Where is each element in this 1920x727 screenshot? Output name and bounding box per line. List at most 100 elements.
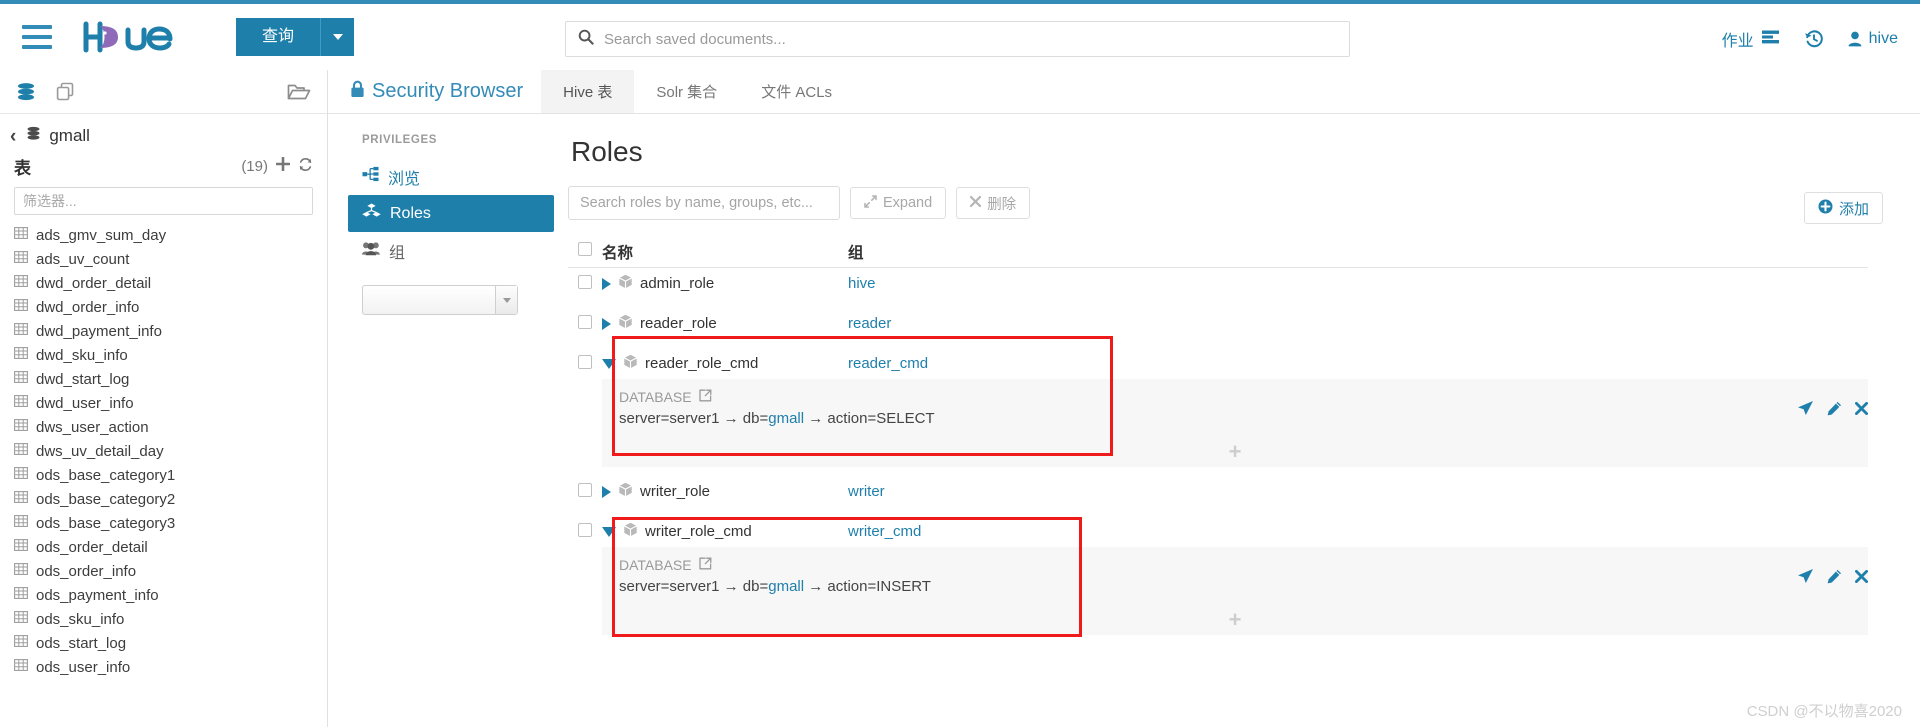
table-list-item[interactable]: dwd_sku_info [14,343,327,367]
table-list-item[interactable]: ods_sku_info [14,607,327,631]
hamburger-menu-icon[interactable] [22,25,52,49]
select-all-checkbox[interactable] [578,242,592,256]
table-name-label: ods_base_category1 [36,466,176,484]
group-icon [362,241,380,261]
privilege-db-link[interactable]: gmall [768,578,804,595]
delete-button[interactable]: 删除 [956,187,1031,219]
query-button[interactable]: 查询 [236,18,321,56]
table-list-item[interactable]: dwd_start_log [14,367,327,391]
table-list-item[interactable]: dwd_order_info [14,295,327,319]
query-dropdown-button[interactable] [320,18,355,56]
row-checkbox[interactable] [578,274,592,289]
role-group-link[interactable]: writer [848,483,1868,500]
row-checkbox[interactable] [578,354,592,369]
caret-right-icon[interactable] [602,277,611,290]
roles-table-header: 名称 组 [568,236,1868,268]
table-list-item[interactable]: ods_base_category2 [14,487,327,511]
table-name-label: ods_order_detail [36,538,148,556]
database-name-label[interactable]: gmall [49,126,90,146]
global-search-input[interactable] [604,30,1337,48]
external-link-icon[interactable] [698,389,712,405]
table-list-item[interactable]: dws_user_action [14,415,327,439]
delete-x-icon[interactable] [1855,569,1868,583]
table-list-item[interactable]: ods_base_category3 [14,511,327,535]
roles-search-input[interactable] [568,186,840,220]
caret-right-icon[interactable] [602,485,611,498]
table-row[interactable]: reader_role_cmd reader_cmd [568,348,1868,379]
tab-hive-tables[interactable]: Hive 表 [541,70,635,113]
table-list-item[interactable]: ods_user_info [14,655,327,679]
privileges-item-groups[interactable]: 组 [348,232,554,269]
table-list-item[interactable]: ads_gmv_sum_day [14,223,327,247]
external-link-icon[interactable] [698,557,712,573]
edit-pencil-icon[interactable] [1827,401,1842,416]
privileges-item-roles[interactable]: Roles [348,195,554,232]
table-grid-icon [14,586,28,604]
caret-down-icon[interactable] [602,526,616,537]
table-filter-box[interactable] [14,187,313,215]
privileges-browse-label: 浏览 [388,170,421,188]
security-browser-title[interactable]: Security Browser [328,70,541,113]
edit-pencil-icon[interactable] [1827,569,1842,584]
row-spacer [568,635,1868,644]
table-list-item[interactable]: dwd_payment_info [14,319,327,343]
role-group-link[interactable]: reader [848,315,1868,332]
jobs-link[interactable]: 作业 [1722,27,1780,51]
x-icon [970,195,982,211]
table-row[interactable]: reader_role reader [568,308,1868,339]
back-chevron-icon[interactable]: ‹ [10,127,16,146]
table-row[interactable]: admin_role hive [568,268,1868,299]
role-group-link[interactable]: hive [848,275,1868,292]
table-list-item[interactable]: dwd_user_info [14,391,327,415]
add-privilege-row[interactable]: + [602,605,1868,635]
documents-icon[interactable] [56,82,77,102]
table-list-item[interactable]: ods_base_category1 [14,463,327,487]
table-list-item[interactable]: ods_start_log [14,631,327,655]
row-checkbox[interactable] [578,482,592,497]
table-list-item[interactable]: dwd_order_detail [14,271,327,295]
role-group-link[interactable]: writer_cmd [848,523,1868,540]
expand-button[interactable]: Expand [850,187,947,219]
row-checkbox[interactable] [578,314,592,329]
table-row[interactable]: writer_role writer [568,476,1868,507]
hue-logo[interactable] [80,20,198,54]
history-button[interactable] [1804,29,1824,49]
privileges-filter-select[interactable] [362,285,518,315]
role-group-link[interactable]: reader_cmd [848,355,1868,372]
table-grid-icon [14,298,28,316]
sitemap-icon [362,166,379,187]
role-name-label: writer_role [640,483,711,500]
delete-x-icon[interactable] [1855,401,1868,415]
folder-open-icon[interactable] [287,82,311,102]
global-search-box[interactable] [565,21,1350,57]
row-checkbox[interactable] [578,522,592,537]
refresh-tables-icon[interactable] [298,157,313,177]
tab-solr-collections[interactable]: Solr 集合 [634,70,739,113]
add-privilege-row[interactable]: + [602,437,1868,467]
database-breadcrumb: ‹ gmall [0,114,327,152]
privileges-item-browse[interactable]: 浏览 [348,158,554,195]
add-table-icon[interactable] [275,156,291,176]
privilege-actions [1797,568,1868,584]
table-filter-input[interactable] [23,193,304,209]
table-list-item[interactable]: ods_order_detail [14,535,327,559]
caret-right-icon[interactable] [602,317,611,330]
table-row[interactable]: writer_role_cmd writer_cmd [568,516,1868,547]
share-icon[interactable] [1797,400,1814,416]
caret-down-icon[interactable] [602,358,616,369]
tab-file-acls[interactable]: 文件 ACLs [739,70,854,113]
privilege-scope: DATABASE [619,557,1868,573]
user-menu[interactable]: hive [1848,30,1898,48]
table-list-item[interactable]: dws_uv_detail_day [14,439,327,463]
row-checkbox-cell [568,482,602,501]
database-sources-icon[interactable] [16,82,36,102]
table-list-item[interactable]: ods_order_info [14,559,327,583]
add-role-button[interactable]: 添加 [1803,192,1883,224]
table-name-label: ads_gmv_sum_day [36,226,167,244]
roles-table-body: admin_role hive reader_role reader reader_ro… [568,268,1868,644]
table-list-item[interactable]: ods_payment_info [14,583,327,607]
table-name-label: ads_uv_count [36,250,130,268]
privilege-db-link[interactable]: gmall [768,410,804,427]
table-list-item[interactable]: ads_uv_count [14,247,327,271]
share-icon[interactable] [1797,568,1814,584]
